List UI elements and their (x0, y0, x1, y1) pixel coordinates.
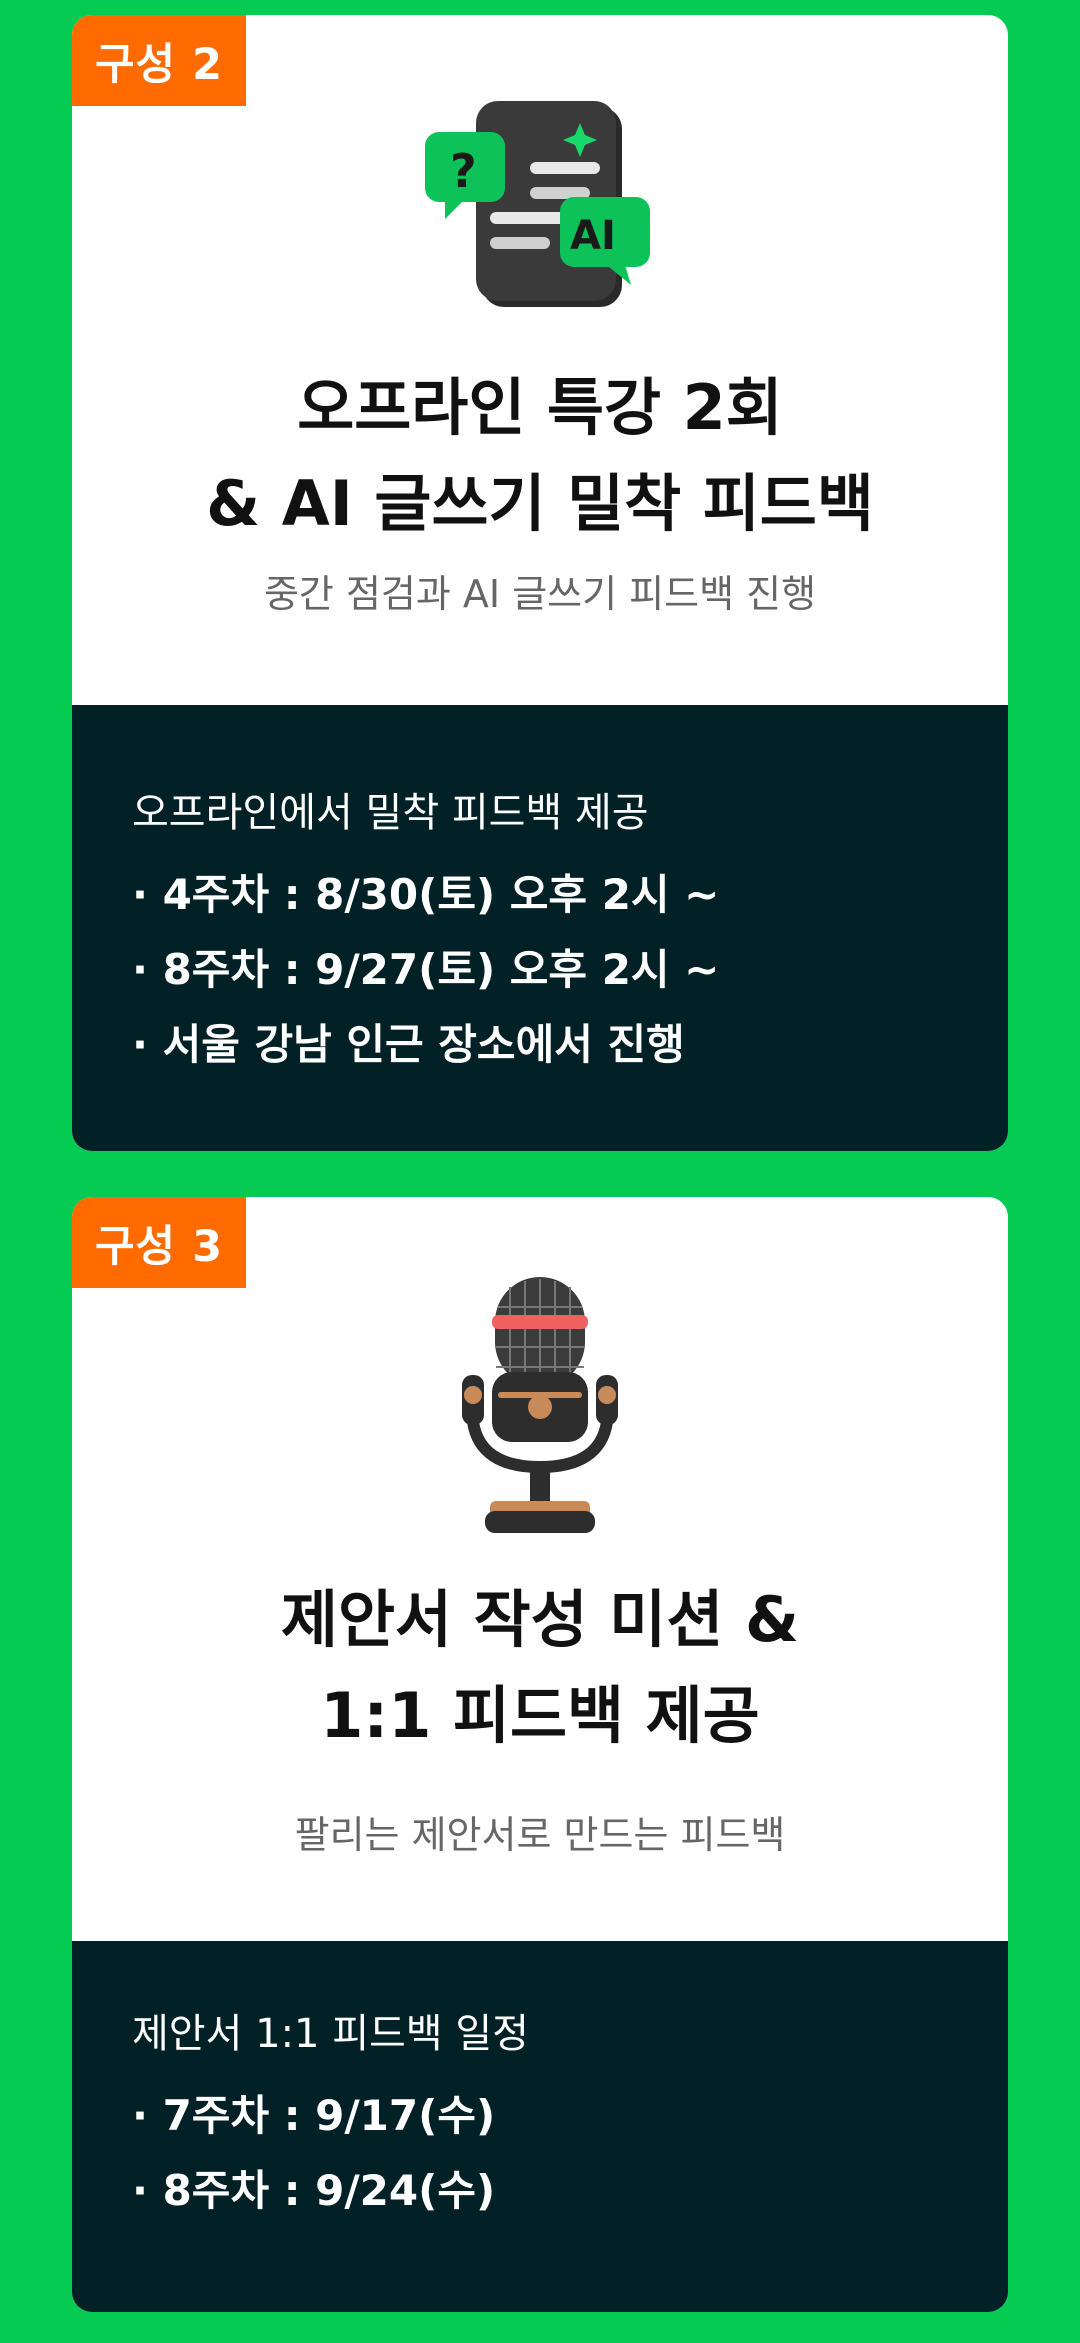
card-title-line-2: 1:1 피드백 제공 (320, 1679, 760, 1752)
detail-item: 7주차 : 9/17(수) (132, 2078, 496, 2153)
curriculum-card-2: 구성 2 ? AI 오프라인 특강 2회 & AI 글쓰기 밀착 피드백 중간 … (72, 15, 1008, 1151)
card-title-line-1: 제안서 작성 미션 & (280, 1583, 800, 1656)
detail-panel: 제안서 1:1 피드백 일정 7주차 : 9/17(수) 8주차 : 9/24(… (72, 1941, 1008, 2312)
detail-heading: 오프라인에서 밀착 피드백 제공 (132, 790, 649, 836)
card-subtitle: 중간 점검과 AI 글쓰기 피드백 진행 (263, 572, 817, 616)
svg-text:?: ? (450, 144, 477, 198)
card-title-line-1: 오프라인 특강 2회 (297, 371, 783, 444)
svg-text:AI: AI (570, 213, 616, 259)
detail-item: 8주차 : 9/24(수) (132, 2153, 496, 2228)
microphone-icon (440, 1267, 640, 1537)
detail-panel: 오프라인에서 밀착 피드백 제공 4주차 : 8/30(토) 오후 2시 ~ 8… (72, 705, 1008, 1151)
detail-item: 8주차 : 9/27(토) 오후 2시 ~ (132, 932, 720, 1007)
section-badge: 구성 2 (72, 15, 246, 106)
detail-heading: 제안서 1:1 피드백 일정 (132, 2011, 529, 2057)
detail-list: 4주차 : 8/30(토) 오후 2시 ~ 8주차 : 9/27(토) 오후 2… (132, 857, 720, 1082)
detail-item: 서울 강남 인근 장소에서 진행 (132, 1007, 719, 1082)
card-subtitle: 팔리는 제안서로 만드는 피드백 (294, 1813, 786, 1857)
detail-list: 7주차 : 9/17(수) 8주차 : 9/24(수) (132, 2078, 496, 2228)
card-title-line-2: & AI 글쓰기 밀착 피드백 (206, 467, 874, 540)
curriculum-card-3: 구성 3 제안서 작성 미션 & 1:1 피드백 제공 팔리는 제안서로 만드는… (72, 1197, 1008, 2312)
detail-item: 4주차 : 8/30(토) 오후 2시 ~ (132, 857, 720, 932)
section-badge: 구성 3 (72, 1197, 246, 1288)
document-ai-chat-icon: ? AI (420, 87, 660, 327)
